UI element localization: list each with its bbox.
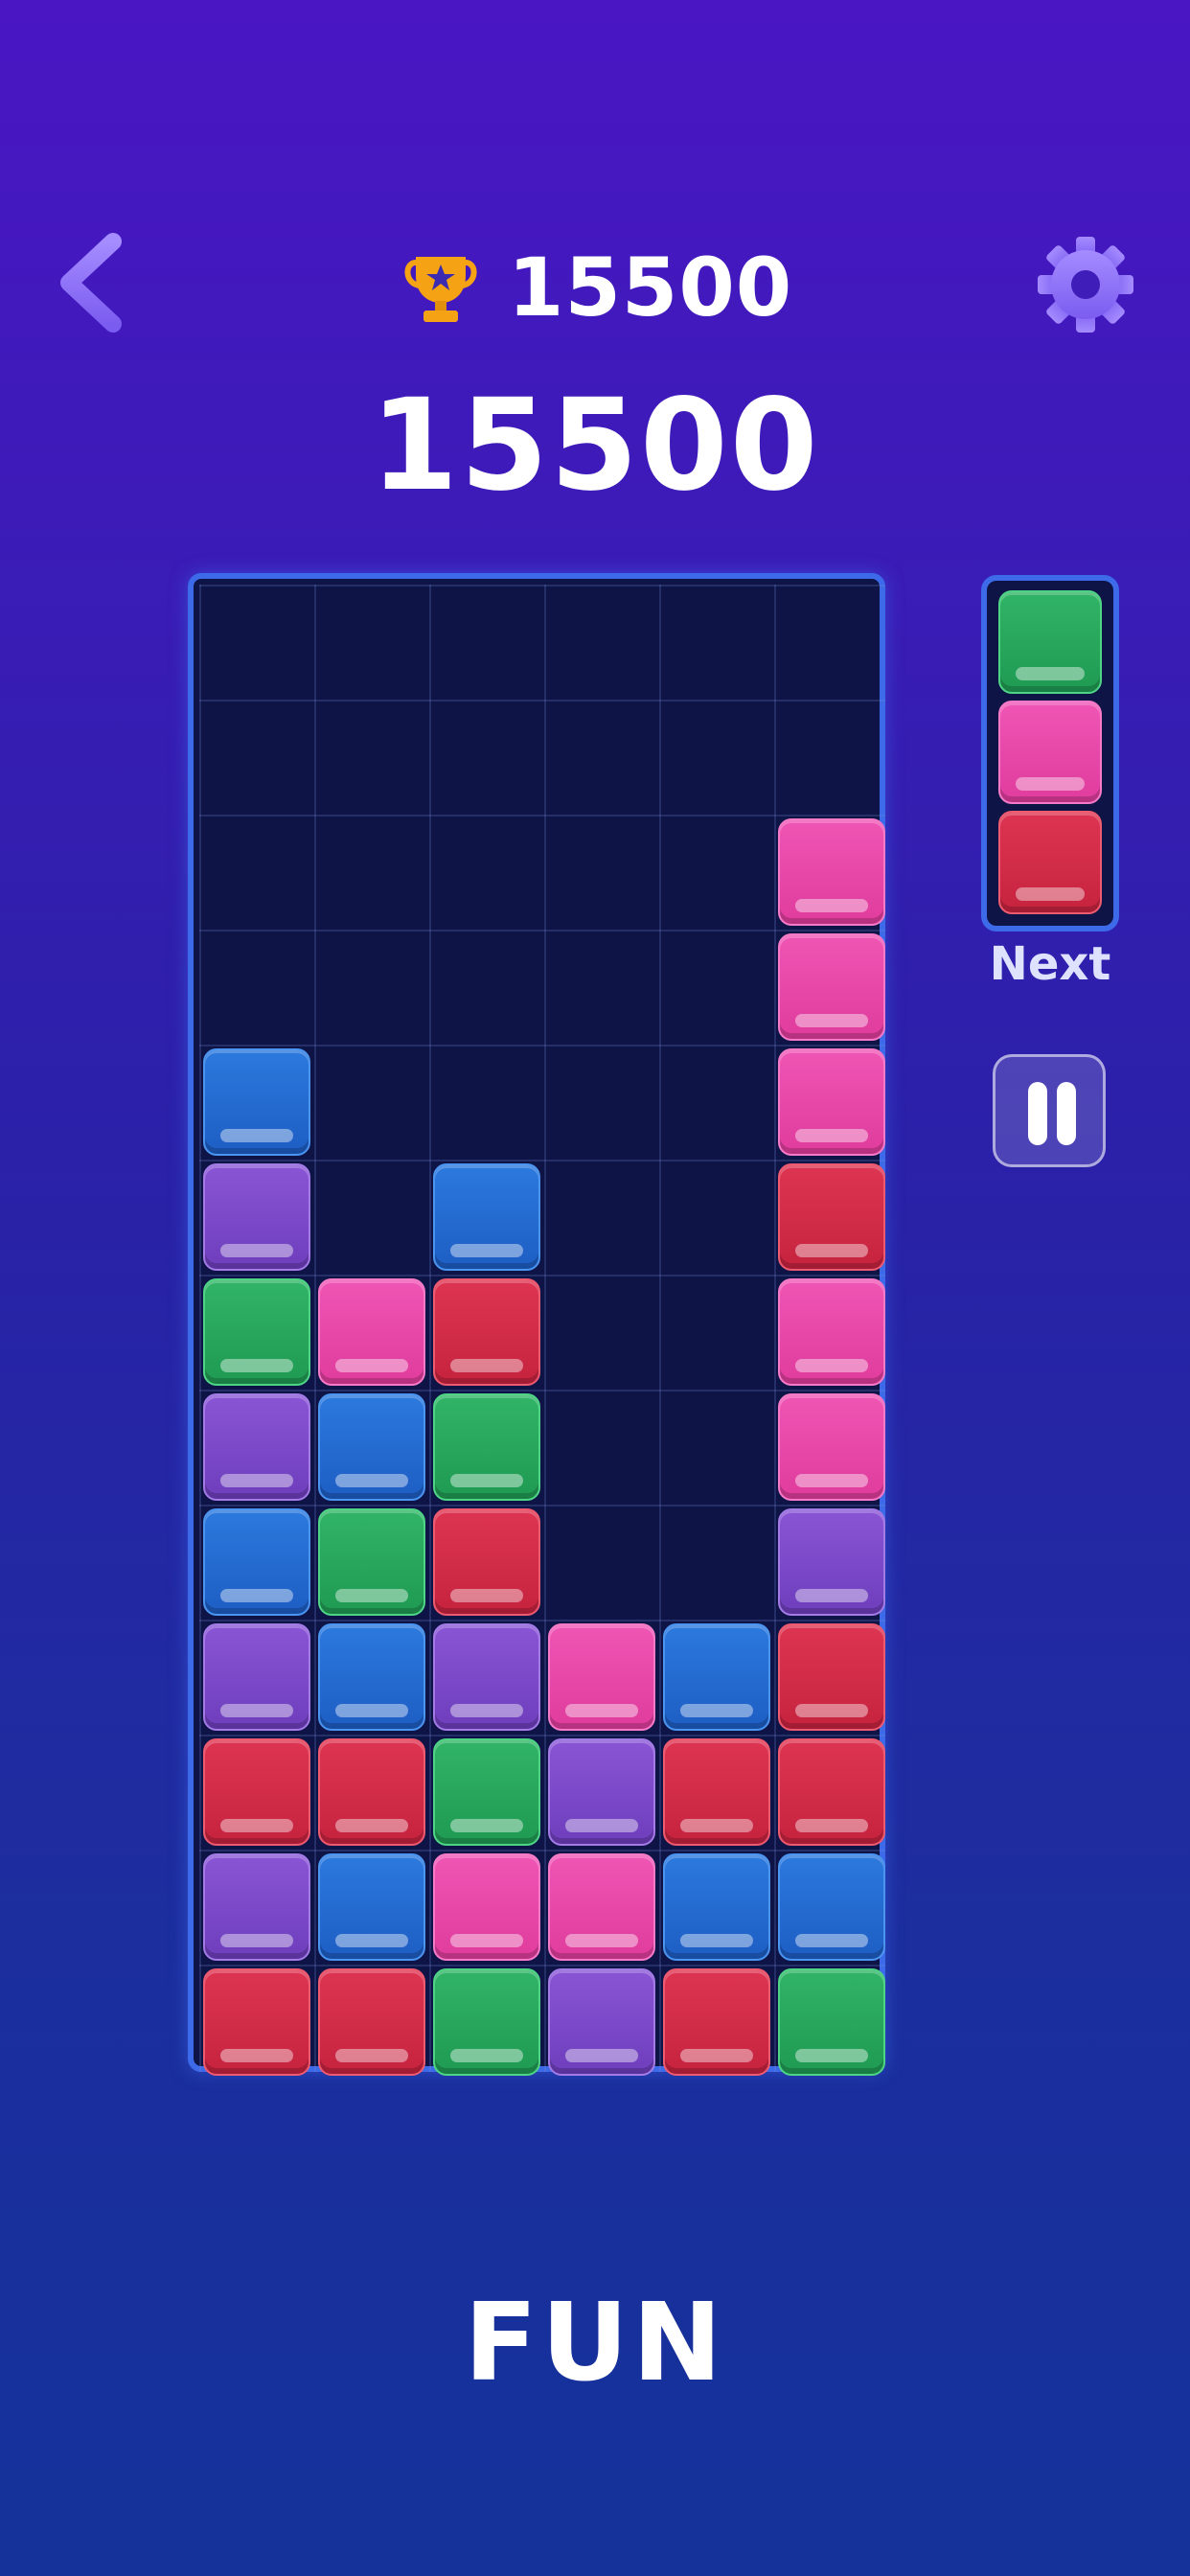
chevron-left-icon xyxy=(60,233,122,333)
block-purple xyxy=(433,1623,540,1731)
block-blue xyxy=(318,1853,425,1961)
block-red xyxy=(318,1968,425,2076)
next-piece-red xyxy=(998,811,1102,914)
block-red xyxy=(778,1163,885,1271)
block-pink xyxy=(318,1278,425,1386)
best-score-value: 15500 xyxy=(508,241,793,334)
block-red xyxy=(663,1738,770,1846)
block-red xyxy=(778,1738,885,1846)
block-red xyxy=(663,1968,770,2076)
block-blue xyxy=(778,1853,885,1961)
block-red xyxy=(433,1508,540,1616)
gear-icon xyxy=(1038,237,1133,333)
block-blue xyxy=(318,1393,425,1501)
block-blue xyxy=(433,1163,540,1271)
pause-button[interactable] xyxy=(993,1054,1106,1167)
block-purple xyxy=(778,1508,885,1616)
game-mode-label: FUN xyxy=(464,2281,726,2405)
next-piece-pink xyxy=(998,701,1102,804)
next-piece-green xyxy=(998,590,1102,694)
block-blue xyxy=(663,1853,770,1961)
block-pink xyxy=(778,818,885,926)
block-purple xyxy=(203,1393,310,1501)
block-blue xyxy=(318,1623,425,1731)
block-red xyxy=(203,1968,310,2076)
block-green xyxy=(433,1738,540,1846)
back-button[interactable] xyxy=(56,230,132,335)
block-pink xyxy=(778,1048,885,1156)
block-red xyxy=(203,1738,310,1846)
block-pink xyxy=(548,1853,655,1961)
block-red xyxy=(433,1278,540,1386)
block-purple xyxy=(548,1738,655,1846)
block-green xyxy=(433,1968,540,2076)
block-pink xyxy=(433,1853,540,1961)
block-blue xyxy=(663,1623,770,1731)
block-green xyxy=(433,1393,540,1501)
current-score: 15500 xyxy=(370,372,820,519)
block-purple xyxy=(203,1853,310,1961)
block-blue xyxy=(203,1508,310,1616)
best-score: 15500 xyxy=(402,240,792,335)
block-pink xyxy=(778,1393,885,1501)
block-purple xyxy=(548,1968,655,2076)
block-pink xyxy=(778,933,885,1041)
settings-button[interactable] xyxy=(1033,232,1138,337)
next-pieces-box xyxy=(981,575,1119,932)
game-board[interactable] xyxy=(188,573,885,2076)
block-purple xyxy=(203,1163,310,1271)
block-red xyxy=(778,1623,885,1731)
block-green xyxy=(203,1278,310,1386)
block-purple xyxy=(203,1623,310,1731)
block-blue xyxy=(203,1048,310,1156)
block-red xyxy=(318,1738,425,1846)
block-pink xyxy=(778,1278,885,1386)
next-label: Next xyxy=(989,937,1111,991)
block-green xyxy=(778,1968,885,2076)
block-green xyxy=(318,1508,425,1616)
trophy-icon xyxy=(404,257,477,322)
block-pink xyxy=(548,1623,655,1731)
